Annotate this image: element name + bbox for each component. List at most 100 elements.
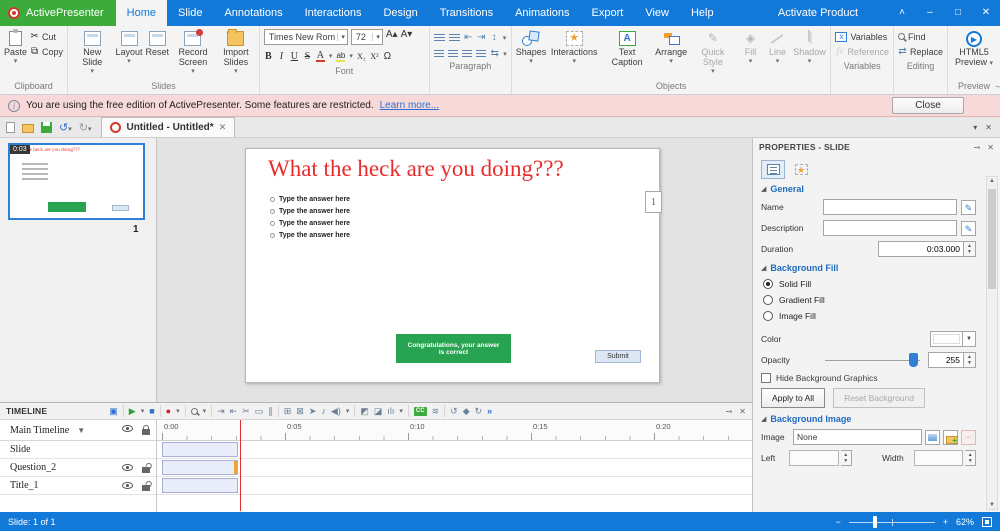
section-general[interactable]: ◢ General <box>761 184 976 194</box>
tab-design[interactable]: Design <box>372 0 428 26</box>
font-family-select[interactable]: Times New Rom ▾ <box>263 29 348 45</box>
description-input[interactable] <box>823 220 957 236</box>
timeline-zoom-icon[interactable] <box>190 407 198 415</box>
line-spacing-button[interactable]: ↕ <box>490 32 499 43</box>
text-direction-button[interactable]: ⇆ <box>490 48 499 59</box>
play-icon[interactable]: ▶ <box>129 404 136 418</box>
close-panel-icon[interactable]: ✕ <box>987 143 994 152</box>
window-maximize-button[interactable]: □ <box>944 0 972 26</box>
slide-number-placeholder[interactable]: 1 <box>645 191 662 213</box>
close-timeline-icon[interactable]: ✕ <box>739 407 746 416</box>
pause-marker-icon[interactable] <box>234 461 237 474</box>
highlight-color-button[interactable]: ab <box>336 51 346 62</box>
zoom-in-icon[interactable]: + <box>943 517 948 527</box>
underline-button[interactable]: U <box>290 51 299 62</box>
layout-button[interactable]: Layout ▾ <box>115 29 143 67</box>
import-slides-button[interactable]: Import Slides ▾ <box>217 29 255 77</box>
grow-font-button[interactable]: A▴ <box>386 29 398 45</box>
visibility-icon[interactable] <box>122 482 133 489</box>
numbered-list-button[interactable] <box>433 33 445 42</box>
closed-caption-icon[interactable]: CC <box>413 406 427 416</box>
bold-button[interactable]: B <box>264 51 273 62</box>
tab-help[interactable]: Help <box>680 0 725 26</box>
align-left-button[interactable] <box>433 49 444 58</box>
section-background-image[interactable]: ◢ Background Image <box>761 414 976 424</box>
apply-to-all-button[interactable]: Apply to All <box>761 388 826 408</box>
edit-description-icon[interactable]: ✎ <box>961 220 976 236</box>
volume-icon[interactable]: ◀) <box>331 404 341 418</box>
font-size-select[interactable]: 72 ▾ <box>350 29 383 45</box>
tab-animations[interactable]: Animations <box>504 0 580 26</box>
duration-input[interactable] <box>878 241 964 257</box>
timeline-ruler[interactable]: 0:00 0:05 0:10 0:15 0:20 <box>157 420 752 441</box>
align-right-button[interactable] <box>461 49 473 58</box>
record-screen-button[interactable]: Record Screen ▾ <box>172 29 214 77</box>
document-tab[interactable]: Untitled - Untitled* ✕ <box>101 117 236 137</box>
pane-toggle-icon[interactable]: ▣ <box>109 404 118 418</box>
radio-selected-icon[interactable] <box>763 279 773 289</box>
quick-style-button[interactable]: ✎ Quick Style ▾ <box>690 29 735 77</box>
keyframe-icon[interactable]: ◆ <box>463 404 470 418</box>
tab-interactivity[interactable]: ★ <box>789 160 813 179</box>
new-document-icon[interactable] <box>6 121 15 133</box>
title-duration-bar[interactable] <box>162 478 238 493</box>
line-button[interactable]: Line ▾ <box>766 29 790 67</box>
italic-button[interactable]: I <box>277 51 286 62</box>
submit-button[interactable]: Submit <box>595 350 641 363</box>
tab-slide-properties[interactable] <box>761 160 785 179</box>
cut-range-icon[interactable]: ✂ <box>242 404 250 418</box>
save-icon[interactable] <box>41 121 52 133</box>
tab-annotations[interactable]: Annotations <box>213 0 293 26</box>
tab-list-dropdown-icon[interactable]: ▾ <box>973 123 977 132</box>
scroll-up-icon[interactable]: ▲ <box>987 178 997 184</box>
radio-icon[interactable] <box>270 233 275 238</box>
window-close-button[interactable]: ✕ <box>972 0 1000 26</box>
interactions-button[interactable]: ★ Interactions ▾ <box>549 29 599 67</box>
answer-option-1[interactable]: Type the answer here <box>270 196 350 203</box>
tab-bar-close-icon[interactable]: ✕ <box>985 123 992 132</box>
tab-home[interactable]: Home <box>115 0 167 26</box>
question-duration-bar[interactable] <box>162 460 238 475</box>
scrollbar-thumb[interactable] <box>988 189 996 289</box>
pin-panel-icon[interactable]: ⊸ <box>974 143 981 152</box>
new-slide-button[interactable]: New Slide ▾ <box>72 29 112 77</box>
reset-button[interactable]: Reset <box>146 29 169 57</box>
fit-to-window-icon[interactable] <box>982 516 992 527</box>
replace-button[interactable]: ⇄ Replace <box>898 44 943 59</box>
activate-product-link[interactable]: Activate Product <box>748 0 888 26</box>
paragraph-dialog-launcher[interactable]: ⌐ <box>995 82 1000 91</box>
zoom-slider[interactable] <box>848 515 935 528</box>
radio-icon[interactable] <box>763 311 773 321</box>
reset-background-button[interactable]: Reset Background <box>833 388 925 408</box>
tab-slide[interactable]: Slide <box>167 0 213 26</box>
notice-close-button[interactable]: Close <box>892 97 964 114</box>
split-icon[interactable]: ∥ <box>268 404 273 418</box>
zoom-out-icon[interactable]: − <box>835 517 840 527</box>
left-spinner[interactable]: ▲ ▼ <box>840 450 852 466</box>
unlock-icon[interactable] <box>142 484 150 491</box>
delete-time-icon[interactable]: ⇤ <box>230 404 238 418</box>
radio-icon[interactable] <box>270 221 275 226</box>
playhead[interactable] <box>240 420 241 511</box>
tab-export[interactable]: Export <box>581 0 635 26</box>
opacity-slider-handle[interactable] <box>909 353 918 367</box>
record-narration-icon[interactable]: ● <box>166 404 171 418</box>
image-remove-icon[interactable]: − <box>961 429 976 445</box>
pin-timeline-icon[interactable]: ⊸ <box>726 407 733 416</box>
timeline-selector[interactable]: Main Timeline ▼ <box>0 420 156 441</box>
learn-more-link[interactable]: Learn more... <box>380 100 439 111</box>
width-input[interactable] <box>913 450 964 466</box>
correct-feedback-message[interactable]: Congratulations, your answer is correct <box>396 334 511 363</box>
crop-range-icon[interactable]: ▭ <box>255 404 264 418</box>
checkbox-icon[interactable] <box>761 373 771 383</box>
shadow-button[interactable]: Shadow ▾ <box>792 29 826 67</box>
insert-symbol-button[interactable]: Ω <box>383 51 392 62</box>
opacity-input[interactable] <box>928 352 964 368</box>
copy-button[interactable]: ⧉ Copy <box>30 44 63 59</box>
zoom-slider-handle[interactable] <box>872 515 877 528</box>
timeline-row-slide[interactable]: Slide <box>0 441 156 459</box>
window-minimize-button[interactable]: – <box>916 0 944 26</box>
duration-spinner[interactable]: ▲ ▼ <box>964 241 976 257</box>
more-tools-icon[interactable]: » <box>487 404 492 418</box>
decrease-indent-button[interactable]: ⇤ <box>464 32 473 43</box>
